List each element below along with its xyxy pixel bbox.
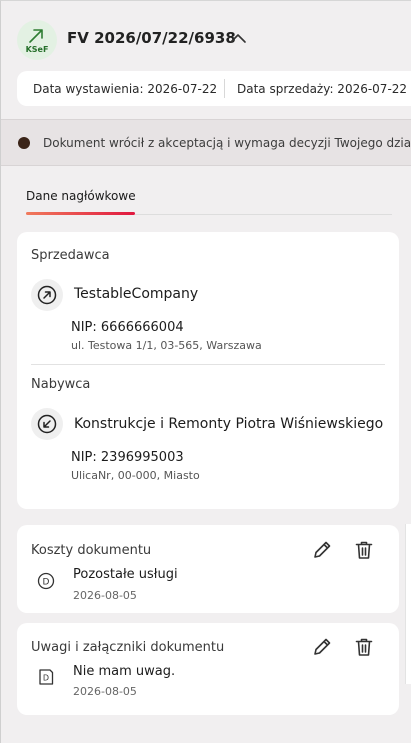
status-text: Dokument wrócił z akceptacją i wymaga de… bbox=[43, 136, 411, 150]
invoice-panel: KSeF FV 2026/07/22/6938 Data wystawienia… bbox=[0, 0, 411, 743]
pencil-icon[interactable] bbox=[311, 539, 333, 561]
document-costs-card: Koszty dokumentu D Pozostałe usługi 2026… bbox=[17, 525, 399, 613]
buyer-nip: NIP: 2396995003 bbox=[71, 450, 184, 465]
seller-section-label: Sprzedawca bbox=[31, 248, 110, 263]
note-item-date: 2026-08-05 bbox=[73, 685, 137, 698]
parties-divider bbox=[31, 364, 385, 365]
adjacent-panel-edge bbox=[405, 524, 411, 684]
tab-bar-rule bbox=[135, 214, 392, 215]
seller-name: TestableCompany bbox=[74, 286, 199, 302]
letter-d-document-icon: D bbox=[39, 669, 54, 685]
arrow-up-right-icon bbox=[29, 29, 43, 43]
arrow-down-left-icon bbox=[37, 414, 57, 434]
letter-d-circle-icon: D bbox=[37, 572, 55, 590]
buyer-section-label: Nabywca bbox=[31, 377, 91, 392]
svg-text:D: D bbox=[43, 578, 50, 588]
pencil-icon[interactable] bbox=[311, 636, 333, 658]
issue-date: Data wystawienia: 2026-07-22 bbox=[33, 82, 218, 96]
seller-icon-circle bbox=[31, 279, 63, 311]
svg-text:D: D bbox=[43, 674, 49, 683]
dates-bar: Data wystawienia: 2026-07-22 Data sprzed… bbox=[17, 71, 411, 106]
status-banner: Dokument wrócił z akceptacją i wymaga de… bbox=[1, 119, 411, 166]
dates-divider bbox=[224, 79, 225, 98]
notes-title: Uwagi i załączniki dokumentu bbox=[31, 640, 225, 655]
cost-item-date: 2026-08-05 bbox=[73, 589, 137, 602]
note-item-text: Nie mam uwag. bbox=[73, 664, 176, 679]
trash-icon[interactable] bbox=[353, 539, 375, 561]
document-notes-card: Uwagi i załączniki dokumentu D Nie mam u… bbox=[17, 623, 399, 715]
buyer-icon-circle bbox=[31, 408, 63, 440]
parties-card: Sprzedawca TestableCompany NIP: 66666660… bbox=[17, 232, 399, 509]
buyer-address: UlicaNr, 00-000, Miasto bbox=[71, 469, 200, 482]
tab-header-data[interactable]: Dane nagłówkowe bbox=[26, 189, 136, 203]
document-number: FV 2026/07/22/6938 bbox=[67, 29, 236, 47]
seller-nip: NIP: 6666666004 bbox=[71, 320, 184, 335]
sale-date: Data sprzedaży: 2026-07-22 bbox=[237, 82, 408, 96]
chevron-up-icon[interactable] bbox=[229, 31, 247, 45]
arrow-up-right-icon bbox=[37, 285, 57, 305]
invoice-header: KSeF FV 2026/07/22/6938 bbox=[1, 1, 411, 73]
status-dot bbox=[18, 137, 30, 149]
trash-icon[interactable] bbox=[353, 636, 375, 658]
ksef-badge: KSeF bbox=[17, 20, 57, 60]
buyer-name: Konstrukcje i Remonty Piotra Wiśniewskie… bbox=[74, 416, 384, 432]
cost-item-title: Pozostałe usługi bbox=[73, 567, 178, 582]
ksef-label: KSeF bbox=[25, 45, 49, 54]
tab-active-indicator bbox=[26, 212, 135, 215]
costs-title: Koszty dokumentu bbox=[31, 543, 152, 558]
seller-address: ul. Testowa 1/1, 03-565, Warszawa bbox=[71, 339, 262, 352]
tab-bar: Dane nagłówkowe bbox=[26, 189, 392, 215]
